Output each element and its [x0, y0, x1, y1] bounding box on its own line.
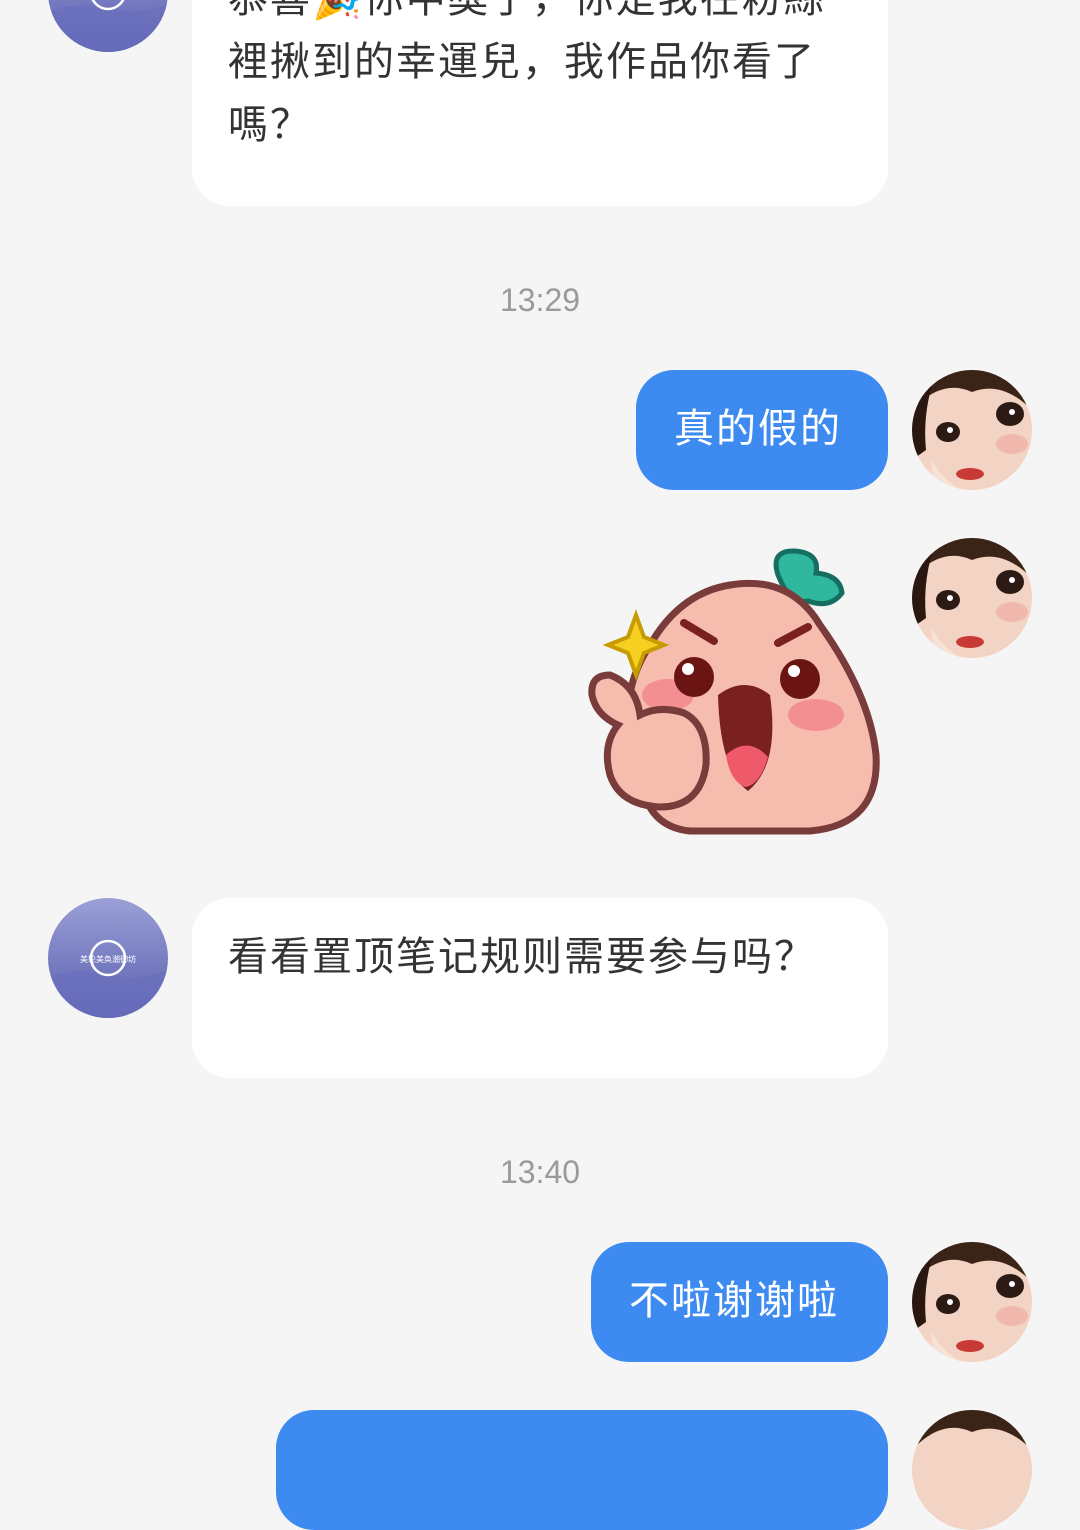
user-portrait-icon	[912, 538, 1032, 658]
timestamp: 13:40	[499, 1154, 581, 1190]
shop-avatar[interactable]	[48, 0, 168, 52]
message-bubble-outgoing[interactable]	[276, 1410, 888, 1530]
shop-logo-icon: 美轮美奂潮御坊	[48, 898, 168, 1018]
user-portrait-icon	[912, 1410, 1032, 1530]
shop-logo-icon	[48, 0, 168, 52]
message-text: 看看置顶笔记规则需要参与吗？	[228, 934, 816, 980]
my-avatar[interactable]	[912, 370, 1032, 490]
message-text: 不啦谢谢啦	[629, 1278, 839, 1324]
my-avatar[interactable]	[912, 1410, 1032, 1530]
my-avatar[interactable]	[912, 538, 1032, 658]
peach-sticker-icon	[588, 548, 880, 835]
message-bubble-outgoing[interactable]: 真的假的	[636, 370, 888, 490]
message-bubble-outgoing[interactable]: 不啦谢谢啦	[591, 1242, 888, 1362]
peach-thumbs-up-sticker[interactable]	[580, 545, 880, 840]
my-avatar[interactable]	[912, 1242, 1032, 1362]
message-text: 恭喜🎉你中獎了，你是我在粉絲裡揪到的幸運兒，我作品你看了嗎？	[228, 0, 824, 148]
shop-avatar[interactable]: 美轮美奂潮御坊	[48, 898, 168, 1018]
message-text: 真的假的	[674, 406, 842, 452]
user-portrait-icon	[912, 1242, 1032, 1362]
message-bubble-incoming[interactable]: 恭喜🎉你中獎了，你是我在粉絲裡揪到的幸運兒，我作品你看了嗎？	[192, 0, 888, 206]
shop-avatar-text: 美轮美奂潮御坊	[80, 954, 136, 964]
timestamp: 13:29	[499, 282, 581, 318]
message-bubble-incoming[interactable]: 看看置顶笔记规则需要参与吗？	[192, 898, 888, 1078]
user-portrait-icon	[912, 370, 1032, 490]
